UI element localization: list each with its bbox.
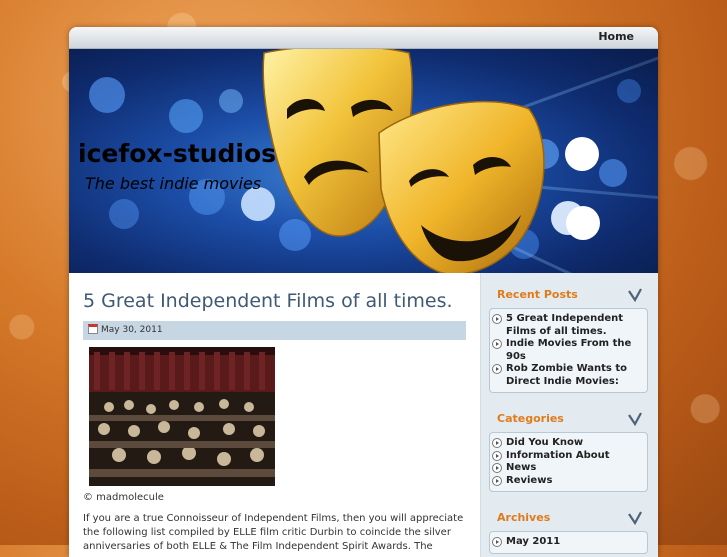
archives-title: Archives — [497, 511, 551, 524]
arrow-right-icon — [492, 463, 502, 473]
list-item[interactable]: Did You Know — [492, 437, 643, 450]
list-item[interactable]: Information About — [492, 450, 643, 463]
image-credit: © madmolecule — [83, 492, 164, 503]
post-title[interactable]: 5 Great Independent Films of all times. — [83, 290, 453, 312]
main-content: 5 Great Independent Films of all times. … — [69, 273, 480, 557]
list-item[interactable]: 5 Great Independent Films of all times. — [492, 313, 643, 338]
list-item[interactable]: Indie Movies From the 90s — [492, 338, 643, 363]
categories-list: Did You Know Information About News Revi… — [489, 432, 648, 492]
calendar-icon — [88, 324, 98, 334]
theater-masks-icon — [262, 49, 545, 273]
top-navigation: Home — [69, 27, 658, 49]
chevron-down-icon[interactable] — [628, 412, 642, 426]
chevron-down-icon[interactable] — [628, 288, 642, 302]
site-header: icefox-studios The best indie movies — [69, 49, 658, 273]
list-item[interactable]: May 2011 — [492, 536, 643, 549]
categories-title: Categories — [497, 412, 564, 425]
post-date-bar: May 30, 2011 — [83, 321, 466, 340]
arrow-right-icon — [492, 364, 502, 374]
site-tagline: The best indie movies — [85, 174, 262, 193]
post-date: May 30, 2011 — [101, 325, 163, 335]
chevron-down-icon[interactable] — [628, 511, 642, 525]
site-container: Home icefox-studios The best indie movie… — [69, 27, 658, 557]
recent-posts-list: 5 Great Independent Films of all times. … — [489, 308, 648, 393]
arrow-right-icon — [492, 537, 502, 547]
arrow-right-icon — [492, 438, 502, 448]
arrow-right-icon — [492, 475, 502, 486]
list-item[interactable]: Rob Zombie Wants to Direct Indie Movies: — [492, 363, 643, 388]
archives-list: May 2011 — [489, 531, 648, 554]
list-item[interactable]: News — [492, 462, 643, 475]
arrow-right-icon — [492, 339, 502, 349]
sidebar: Recent Posts 5 Great Independent Films o… — [480, 273, 658, 557]
list-item[interactable]: Reviews — [492, 475, 643, 488]
nav-home-link[interactable]: Home — [598, 30, 634, 43]
recent-posts-title: Recent Posts — [497, 288, 578, 301]
site-title[interactable]: icefox-studios — [78, 139, 276, 168]
post-excerpt: If you are a true Connoisseur of Indepen… — [83, 513, 464, 552]
arrow-right-icon — [492, 450, 502, 461]
arrow-right-icon — [492, 314, 502, 324]
post-image — [89, 347, 275, 486]
